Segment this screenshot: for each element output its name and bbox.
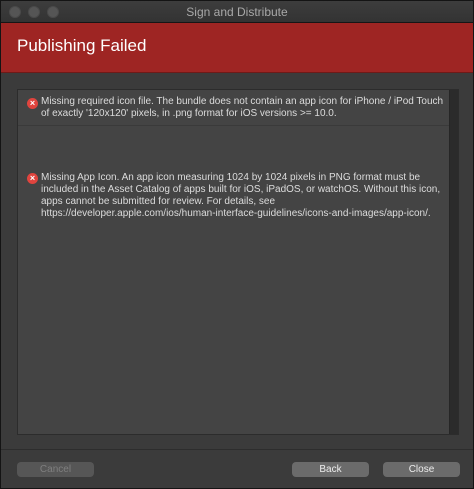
title-bar[interactable]: Sign and Distribute (1, 1, 473, 23)
error-message-text: Missing required icon file. The bundle d… (41, 96, 444, 119)
error-icon: × (27, 98, 38, 109)
error-icon: × (27, 173, 38, 184)
error-message-item: × Missing required icon file. The bundle… (18, 90, 450, 126)
cancel-button[interactable]: Cancel (17, 462, 94, 477)
window-title: Sign and Distribute (186, 5, 288, 19)
back-button[interactable]: Back (292, 462, 369, 477)
status-banner: Publishing Failed (1, 23, 473, 73)
error-message-item: × Missing App Icon. An app icon measurin… (18, 127, 450, 219)
scrollbar[interactable] (449, 90, 458, 434)
footer-bar: Cancel Back Close (1, 449, 473, 488)
banner-title: Publishing Failed (17, 36, 147, 55)
sign-and-distribute-window: Sign and Distribute Publishing Failed × … (0, 0, 474, 489)
close-button[interactable]: Close (383, 462, 460, 477)
error-list: × Missing required icon file. The bundle… (17, 89, 459, 435)
error-message-text: Missing App Icon. An app icon measuring … (41, 172, 441, 219)
